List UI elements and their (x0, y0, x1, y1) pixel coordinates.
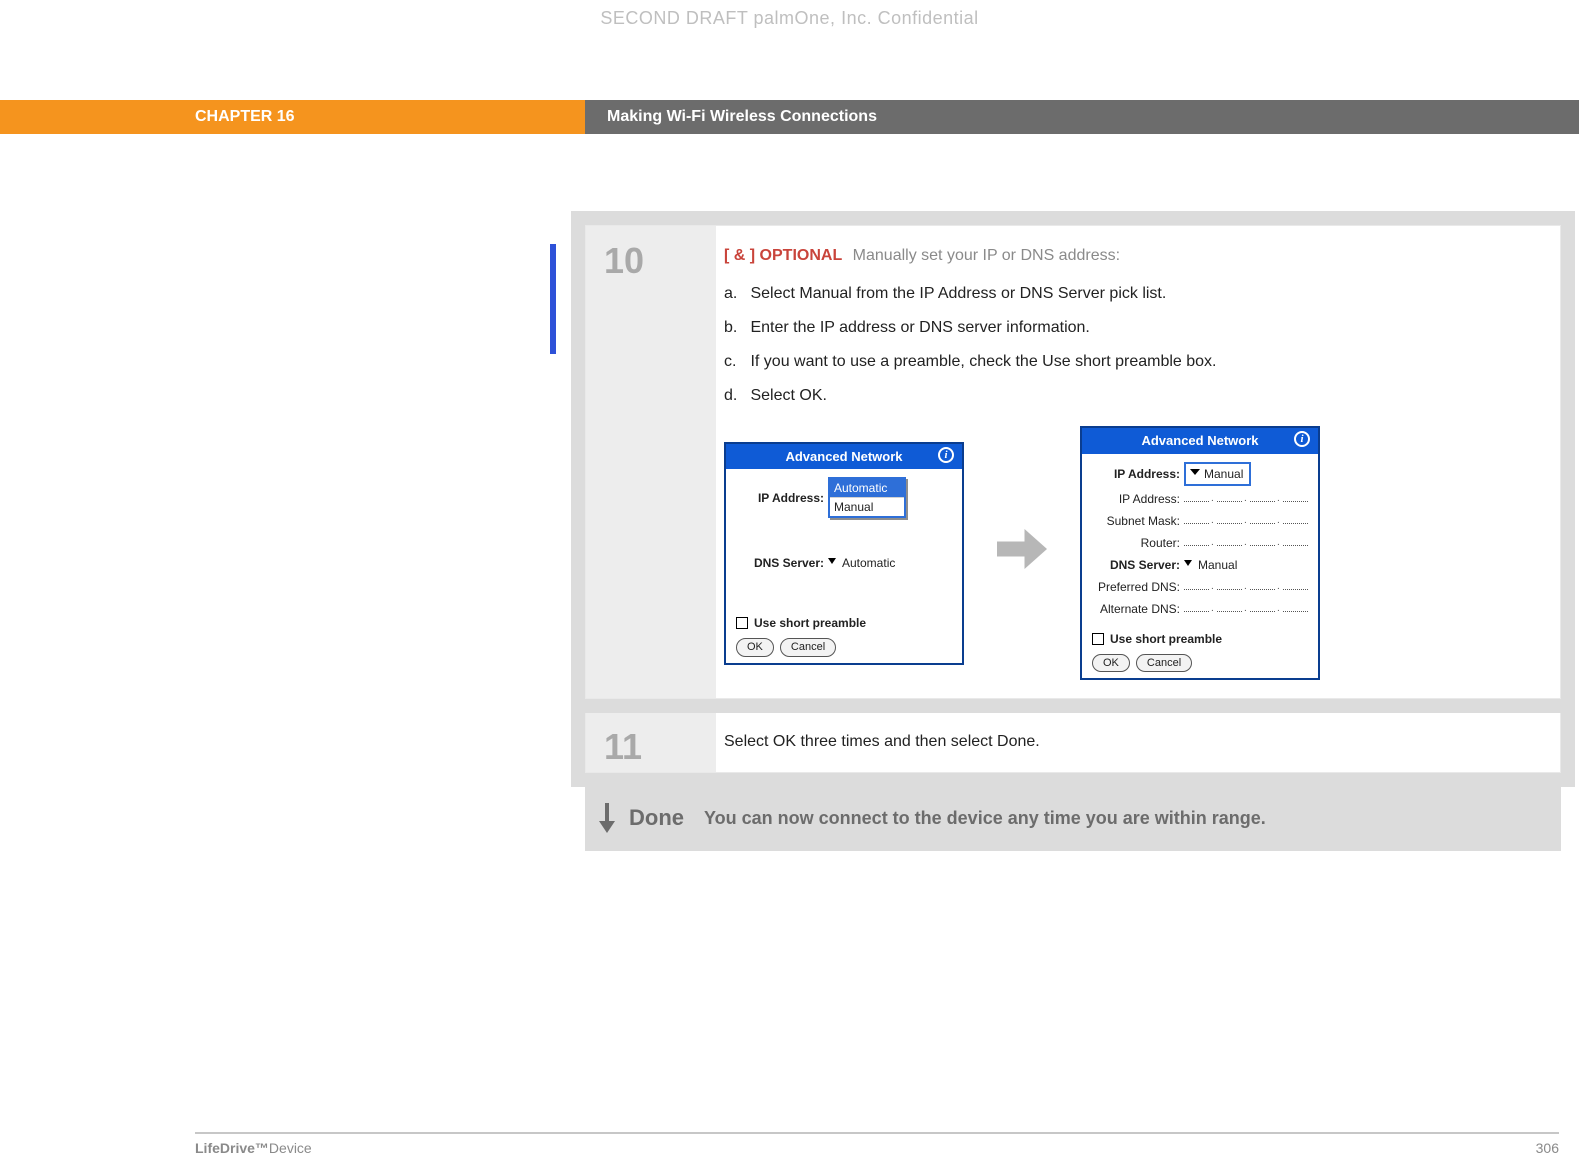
alternate-dns-label: Alternate DNS: (1092, 600, 1184, 618)
screenshot-body: IP Address: Automatic Manual DNS Server: (726, 469, 962, 663)
screenshot-titlebar: Advanced Network i (726, 444, 962, 470)
dns-server-value: Manual (1198, 558, 1237, 572)
done-label: Done (629, 805, 684, 831)
footer-brand-bold: LifeDrive™ (195, 1140, 269, 1156)
done-text: You can now connect to the device any ti… (704, 808, 1543, 829)
ip-address-picklist[interactable]: Manual (1184, 462, 1251, 486)
preferred-dns-row: Preferred DNS: ... (1092, 578, 1308, 596)
dns-server-picklist[interactable]: Automatic (828, 554, 895, 572)
preamble-label: Use short preamble (1110, 630, 1222, 648)
chapter-title: Making Wi-Fi Wireless Connections (585, 100, 1579, 134)
chevron-down-icon (828, 558, 836, 564)
done-icon-group: Done (595, 803, 684, 833)
ip-address-label: IP Address: (1092, 465, 1184, 483)
preferred-dns-input[interactable]: ... (1184, 580, 1308, 594)
chevron-down-icon (1190, 469, 1200, 475)
ip-address-row: IP Address: Automatic Manual (736, 477, 952, 518)
dns-server-row: DNS Server: Automatic (736, 554, 952, 572)
ip-addr-field-label: IP Address: (1092, 490, 1184, 508)
continuation-mark-icon (550, 244, 556, 354)
alternate-dns-input[interactable]: ... (1184, 602, 1308, 616)
screenshot-button-row: OK Cancel (1092, 654, 1308, 673)
arrow-right-icon (992, 519, 1052, 587)
step-10-body: [ & ] OPTIONAL Manually set your IP or D… (716, 226, 1560, 698)
preamble-row: Use short preamble (1092, 630, 1308, 648)
router-row: Router: ... (1092, 534, 1308, 552)
preamble-row: Use short preamble (736, 614, 952, 632)
arrow-down-icon (595, 803, 619, 833)
preamble-checkbox[interactable] (736, 617, 748, 629)
step-11-card: 11 Select OK three times and then select… (585, 711, 1561, 773)
ok-button[interactable]: OK (1092, 654, 1130, 673)
step-11-number: 11 (586, 712, 716, 772)
screenshot-title: Advanced Network (785, 449, 902, 464)
screenshot-advanced-network-manual: Advanced Network i IP Address: Manual (1080, 426, 1320, 680)
substep-d-text: Select OK. (750, 387, 826, 404)
subnet-label: Subnet Mask: (1092, 512, 1184, 530)
watermark-text: SECOND DRAFT palmOne, Inc. Confidential (0, 8, 1579, 29)
ip-address-value: Manual (1204, 467, 1243, 481)
footer-brand-rest: Device (269, 1140, 312, 1156)
picklist-option-manual[interactable]: Manual (830, 497, 904, 516)
cancel-button[interactable]: Cancel (1136, 654, 1192, 673)
cancel-button[interactable]: Cancel (780, 638, 836, 657)
ok-button[interactable]: OK (736, 638, 774, 657)
dns-server-picklist[interactable]: Manual (1184, 556, 1237, 574)
ip-address-picklist-open[interactable]: Automatic Manual (828, 477, 906, 518)
subnet-row: Subnet Mask: ... (1092, 512, 1308, 530)
substep-a: a. Select Manual from the IP Address or … (724, 282, 1542, 306)
screenshot-row: Advanced Network i IP Address: Automatic… (724, 426, 1542, 680)
content-area: 10 [ & ] OPTIONAL Manually set your IP o… (585, 225, 1561, 851)
router-label: Router: (1092, 534, 1184, 552)
substep-c: c. If you want to use a preamble, check … (724, 350, 1542, 374)
screenshot-advanced-network-auto: Advanced Network i IP Address: Automatic… (724, 442, 964, 665)
done-bar: Done You can now connect to the device a… (585, 785, 1561, 851)
preamble-checkbox[interactable] (1092, 633, 1104, 645)
page-number: 306 (1536, 1140, 1559, 1156)
substep-a-letter: a. (724, 282, 746, 306)
substep-c-letter: c. (724, 350, 746, 374)
page-footer: LifeDrive™Device 306 (195, 1132, 1559, 1156)
picklist-option-automatic[interactable]: Automatic (830, 479, 904, 497)
footer-brand: LifeDrive™Device (195, 1140, 312, 1156)
substep-d-letter: d. (724, 384, 746, 408)
router-input[interactable]: ... (1184, 536, 1308, 550)
step-10-card: 10 [ & ] OPTIONAL Manually set your IP o… (585, 225, 1561, 699)
dns-server-label: DNS Server: (1092, 556, 1184, 574)
preferred-dns-label: Preferred DNS: (1092, 578, 1184, 596)
chapter-label: CHAPTER 16 (0, 100, 585, 134)
ip-addr-input[interactable]: ... (1184, 492, 1308, 506)
ip-addr-field-row: IP Address: ... (1092, 490, 1308, 508)
ip-address-row: IP Address: Manual (1092, 462, 1308, 486)
substep-b: b. Enter the IP address or DNS server in… (724, 316, 1542, 340)
info-icon: i (938, 447, 954, 463)
substep-b-text: Enter the IP address or DNS server infor… (750, 319, 1089, 336)
subnet-input[interactable]: ... (1184, 514, 1308, 528)
screenshot-titlebar: Advanced Network i (1082, 428, 1318, 454)
substep-c-text: If you want to use a preamble, check the… (750, 353, 1216, 370)
substep-b-letter: b. (724, 316, 746, 340)
optional-tag: [ & ] OPTIONAL (724, 247, 842, 264)
chevron-down-icon (1184, 560, 1192, 566)
screenshot-title: Advanced Network (1141, 433, 1258, 448)
dns-server-value: Automatic (842, 556, 895, 570)
dns-server-row: DNS Server: Manual (1092, 556, 1308, 574)
step-10-number: 10 (586, 226, 716, 698)
step-10-heading: [ & ] OPTIONAL Manually set your IP or D… (724, 244, 1542, 268)
ip-address-label: IP Address: (736, 489, 828, 507)
step-11-text: Select OK three times and then select Do… (724, 733, 1040, 750)
alternate-dns-row: Alternate DNS: ... (1092, 600, 1308, 618)
chapter-header: CHAPTER 16 Making Wi-Fi Wireless Connect… (0, 100, 1579, 134)
step-10-substeps: a. Select Manual from the IP Address or … (724, 282, 1542, 408)
substep-d: d. Select OK. (724, 384, 1542, 408)
screenshot-body: IP Address: Manual IP Address: ... Subne… (1082, 454, 1318, 679)
substep-a-text: Select Manual from the IP Address or DNS… (750, 285, 1166, 302)
info-icon: i (1294, 431, 1310, 447)
dns-server-label: DNS Server: (736, 554, 828, 572)
step-11-body: Select OK three times and then select Do… (716, 712, 1560, 772)
screenshot-button-row: OK Cancel (736, 638, 952, 657)
optional-lead-text: Manually set your IP or DNS address: (853, 247, 1120, 264)
preamble-label: Use short preamble (754, 614, 866, 632)
